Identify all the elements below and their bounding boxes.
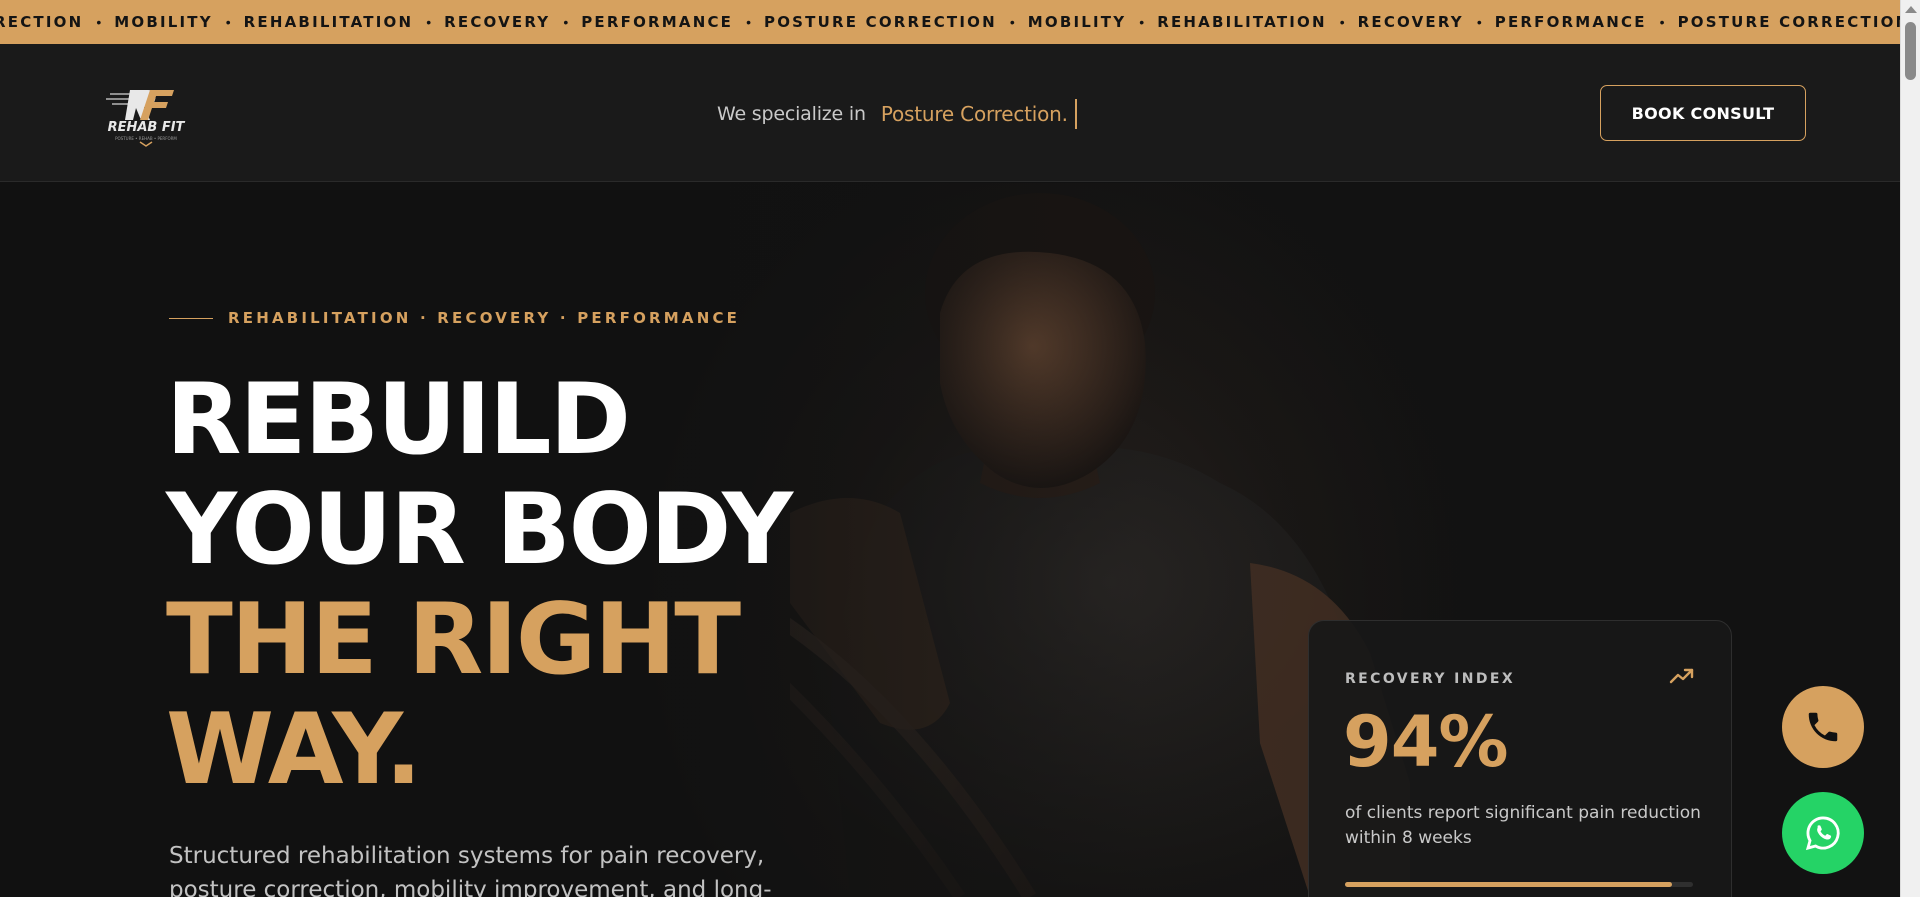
ticker-separator: •	[563, 14, 569, 30]
ticker-separator: •	[1339, 14, 1345, 30]
specialty-tagline: We specialize in Posture Correction.	[717, 99, 1077, 129]
ticker-separator: •	[225, 14, 231, 30]
ticker-separator: •	[746, 14, 752, 30]
eyebrow-text: REHABILITATION · RECOVERY · PERFORMANCE	[228, 309, 741, 327]
svg-text:REHAB FIT: REHAB FIT	[108, 120, 186, 135]
marquee-ticker: RECTION • MOBILITY • REHABILITATION • RECOVERY…	[0, 0, 1900, 44]
recovery-progress-bar	[1345, 882, 1693, 887]
ticker-track: RECTION • MOBILITY • REHABILITATION • RECOVERY…	[0, 0, 1900, 44]
ticker-item: MOBILITY	[114, 13, 213, 31]
ticker-separator: •	[1659, 14, 1665, 30]
ticker-item: REHABILITATION	[1157, 13, 1327, 31]
svg-text:POSTURE • REHAB • PERFORM: POSTURE • REHAB • PERFORM	[115, 136, 177, 141]
hero-section: REHABILITATION · RECOVERY · PERFORMANCE …	[0, 183, 1900, 897]
ticker-item: RECOVERY	[1357, 13, 1464, 31]
recovery-index-value: 94%	[1343, 701, 1509, 783]
headline-line-1: REBUILD	[166, 363, 631, 477]
book-consult-button[interactable]: BOOK CONSULT	[1600, 85, 1806, 141]
call-button[interactable]	[1782, 686, 1864, 768]
recovery-progress-fill	[1345, 882, 1673, 887]
ticker-item: PERFORMANCE	[1494, 13, 1647, 31]
headline-line-2: YOUR BODY	[166, 473, 793, 587]
tagline-typed: Posture Correction.	[880, 102, 1068, 126]
rehab-fit-logo: REHAB FIT POSTURE • REHAB • PERFORM	[106, 90, 186, 147]
ticker-separator: •	[1009, 14, 1015, 30]
headline-line-4: WAY.	[166, 693, 422, 807]
ticker-separator: •	[426, 14, 432, 30]
ticker-item: POSTURE CORRECTION	[764, 13, 997, 31]
ticker-item: POSTURE CORRECTION	[1677, 13, 1900, 31]
ticker-item: PERFORMANCE	[581, 13, 734, 31]
headline-line-3: THE RIGHT	[166, 583, 741, 697]
ticker-separator: •	[96, 14, 102, 30]
hero-eyebrow: REHABILITATION · RECOVERY · PERFORMANCE	[169, 309, 740, 327]
hero-headline: REBUILD YOUR BODY THE RIGHT WAY.	[166, 363, 793, 807]
ticker-item: REHABILITATION	[243, 13, 414, 31]
scroll-thumb[interactable]	[1905, 22, 1916, 80]
ticker-item: MOBILITY	[1027, 13, 1127, 31]
site-header: REHAB FIT POSTURE • REHAB • PERFORM We s…	[0, 44, 1900, 182]
recovery-index-label: RECOVERY INDEX	[1345, 671, 1516, 687]
scroll-up-arrow[interactable]	[1905, 6, 1917, 13]
ticker-separator: •	[1139, 14, 1145, 30]
hero-description: Structured rehabilitation systems for pa…	[169, 843, 772, 897]
whatsapp-icon	[1805, 816, 1840, 851]
page-scrollbar[interactable]	[1900, 0, 1920, 897]
whatsapp-button[interactable]	[1782, 792, 1864, 874]
eyebrow-line	[169, 317, 213, 319]
typing-cursor	[1074, 99, 1077, 129]
recovery-index-description: of clients report significant pain reduc…	[1345, 803, 1701, 848]
logo-link[interactable]: REHAB FIT POSTURE • REHAB • PERFORM	[100, 82, 192, 148]
ticker-item: RECTION	[0, 13, 84, 31]
phone-icon	[1808, 712, 1838, 742]
ticker-separator: •	[1476, 14, 1482, 30]
tagline-static: We specialize in	[717, 103, 866, 125]
trending-up-icon	[1669, 668, 1694, 684]
ticker-item: RECOVERY	[444, 13, 551, 31]
recovery-index-card: RECOVERY INDEX 94% of clients report sig…	[1308, 620, 1732, 897]
